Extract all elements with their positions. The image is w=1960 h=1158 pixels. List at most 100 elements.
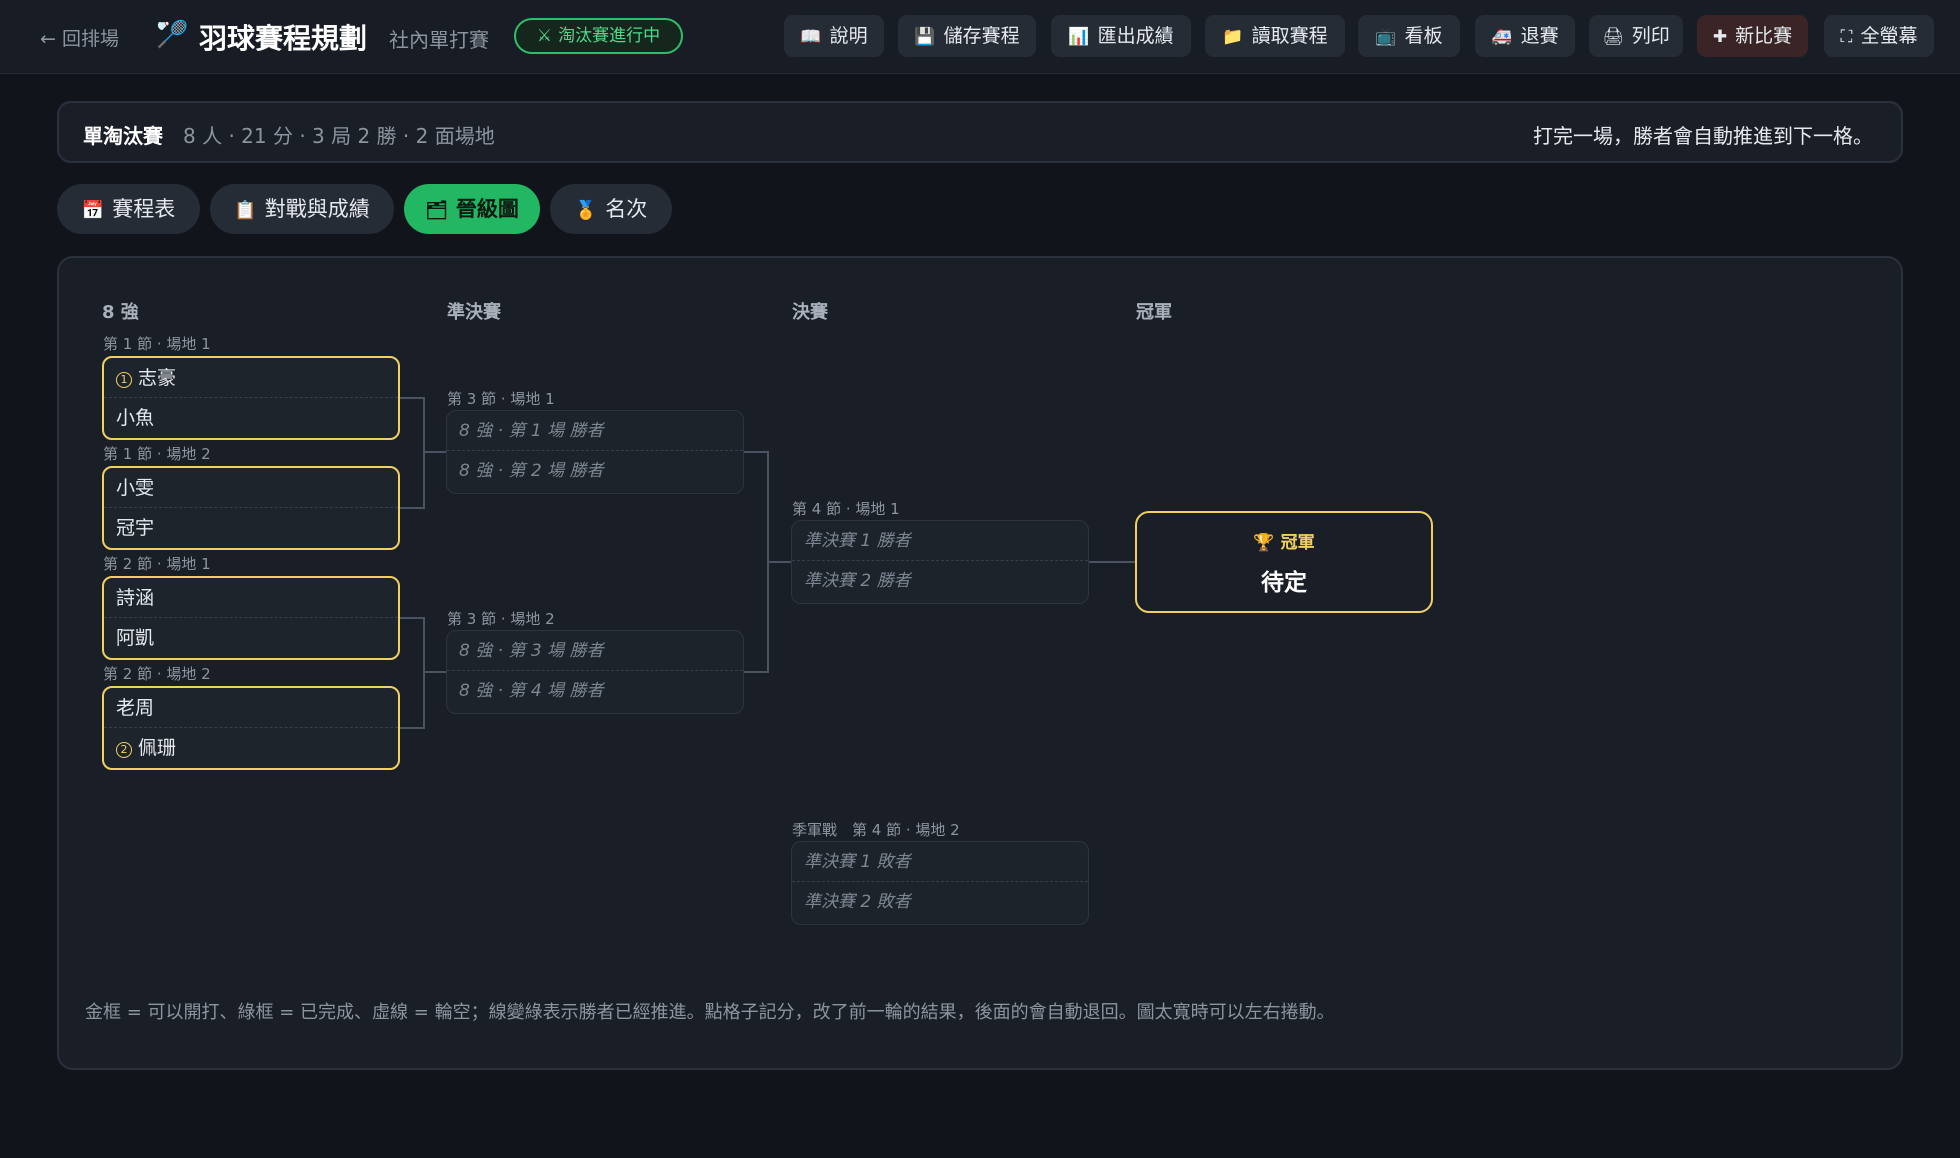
export-results-label: 匯出成績 [1097, 25, 1174, 47]
tab-matches-results[interactable]: 📋 對戰與成績 [210, 184, 394, 234]
third-place-label: 季軍戰 第 4 節 · 場地 2 [792, 821, 960, 839]
tab-ranking[interactable]: 🏅 名次 [550, 184, 672, 234]
bar-chart-icon: 📊 [1068, 27, 1090, 47]
help-button[interactable]: 📖 說明 [784, 15, 884, 57]
champion-label: 🏆 冠軍 [1137, 528, 1431, 553]
tab-ranking-label: 名次 [605, 197, 648, 221]
fullscreen-icon: ⛶ [1840, 27, 1853, 47]
fullscreen-button[interactable]: ⛶ 全螢幕 [1824, 15, 1934, 57]
match-card-third-place[interactable]: 準決賽 1 敗者 準決賽 2 敗者 [791, 841, 1089, 925]
match-label: 第 1 節 · 場地 2 [103, 445, 211, 463]
player-slot: 阿凱 [104, 618, 398, 658]
player-name: 阿凱 [116, 627, 155, 649]
bracket-connector [767, 561, 791, 563]
player-name: 小雯 [116, 477, 155, 499]
app-title: 羽球賽程規劃 [199, 22, 368, 55]
player-name: 小魚 [116, 407, 155, 429]
clipboard-icon: 📋 [234, 200, 257, 221]
player-slot-placeholder: 準決賽 1 敗者 [792, 842, 1088, 882]
tab-bracket[interactable]: 🗂 晉級圖 [404, 184, 540, 234]
tournament-mode: 單淘汰賽 [83, 124, 163, 148]
tab-schedule[interactable]: 📅 賽程表 [57, 184, 200, 234]
bracket-connector [400, 727, 424, 729]
match-card-qf3[interactable]: 詩涵 阿凱 [102, 576, 400, 660]
player-slot-placeholder: 8 強 · 第 1 場 勝者 [447, 411, 743, 451]
bracket-connector [400, 397, 424, 399]
match-label: 第 2 節 · 場地 1 [103, 555, 211, 573]
withdraw-button[interactable]: 🚑 退賽 [1475, 15, 1575, 57]
match-label: 第 3 節 · 場地 2 [447, 610, 555, 628]
bracket-connector [400, 507, 424, 509]
print-button[interactable]: 🖨 列印 [1589, 15, 1683, 57]
medal-icon: 🏅 [574, 200, 598, 221]
player-slot-placeholder: 8 強 · 第 2 場 勝者 [459, 461, 604, 481]
bracket-connector [400, 617, 424, 619]
player-name: 佩珊 [138, 737, 177, 759]
match-label: 第 1 節 · 場地 1 [103, 335, 211, 353]
player-slot: 2 佩珊 [104, 728, 398, 768]
bracket-connector [423, 617, 425, 729]
bracket-icon: 🗂 [425, 200, 448, 221]
app-header: ← 回排場 🏸 羽球賽程規劃 社內單打賽 ⚔ 淘汰賽進行中 📖 說明 💾 儲存賽程 📊… [0, 0, 1960, 74]
player-slot-placeholder: 準決賽 2 敗者 [804, 892, 911, 912]
back-to-scheduling-link[interactable]: ← 回排場 [40, 24, 119, 51]
tournament-hint: 打完一場，勝者會自動推進到下一格。 [1533, 124, 1873, 148]
player-slot-placeholder: 8 強 · 第 4 場 勝者 [459, 681, 604, 701]
champion-value: 待定 [1261, 570, 1307, 596]
round-title-quarterfinal: 8 強 [102, 302, 139, 323]
player-slot: 小雯 [104, 468, 398, 508]
champion-label-text: 冠軍 [1280, 533, 1315, 553]
app-subtitle: 社內單打賽 [389, 28, 489, 52]
printer-icon: 🖨 [1602, 27, 1624, 47]
match-label: 第 2 節 · 場地 2 [103, 665, 211, 683]
export-results-button[interactable]: 📊 匯出成績 [1051, 15, 1191, 57]
champion-box: 🏆 冠軍 待定 [1135, 511, 1433, 613]
match-card-qf1[interactable]: 1 志豪 小魚 [102, 356, 400, 440]
status-badge-label: 淘汰賽進行中 [558, 26, 661, 46]
withdraw-label: 退賽 [1520, 25, 1559, 47]
load-schedule-button[interactable]: 📁 讀取賽程 [1205, 15, 1345, 57]
scoreboard-button[interactable]: 📺 看板 [1358, 15, 1460, 57]
save-schedule-label: 儲存賽程 [943, 25, 1020, 47]
scoreboard-label: 看板 [1404, 25, 1443, 47]
player-slot: 詩涵 [104, 578, 398, 618]
tournament-info-bar: 單淘汰賽 8 人 · 21 分 · 3 局 2 勝 · 2 面場地 打完一場，勝… [57, 101, 1903, 163]
bracket-connector [423, 451, 446, 453]
bracket-legend-note: 金框 = 可以開打、綠框 = 已完成、虛線 = 輪空；線變綠表示勝者已經推進。點… [85, 1002, 1335, 1023]
tournament-meta: 8 人 · 21 分 · 3 局 2 勝 · 2 面場地 [183, 124, 495, 148]
match-card-qf2[interactable]: 小雯 冠宇 [102, 466, 400, 550]
player-name: 冠宇 [116, 517, 155, 539]
calendar-icon: 📅 [81, 200, 105, 221]
fullscreen-label: 全螢幕 [1860, 25, 1918, 47]
player-slot: 冠宇 [104, 508, 398, 548]
help-button-label: 說明 [829, 25, 868, 47]
load-schedule-label: 讀取賽程 [1251, 25, 1328, 47]
bracket-connector [1089, 561, 1135, 563]
trophy-icon: 🏆 [1253, 533, 1275, 553]
ambulance-icon: 🚑 [1491, 27, 1513, 47]
match-card-qf4[interactable]: 老周 2 佩珊 [102, 686, 400, 770]
book-icon: 📖 [800, 27, 822, 47]
new-match-button[interactable]: ✚ 新比賽 [1697, 15, 1808, 57]
player-slot-placeholder: 準決賽 1 勝者 [792, 521, 1088, 561]
seed-badge: 1 [116, 372, 132, 388]
player-slot-placeholder: 準決賽 2 勝者 [804, 571, 911, 591]
tab-matches-results-label: 對戰與成績 [264, 197, 370, 221]
match-card-final[interactable]: 準決賽 1 勝者 準決賽 2 勝者 [791, 520, 1089, 604]
match-card-sf1[interactable]: 8 強 · 第 1 場 勝者 8 強 · 第 2 場 勝者 [446, 410, 744, 494]
round-title-semifinal: 準決賽 [447, 302, 501, 323]
player-name: 詩涵 [116, 587, 155, 609]
player-slot: 老周 [104, 688, 398, 728]
round-title-champion: 冠軍 [1136, 302, 1172, 323]
save-schedule-button[interactable]: 💾 儲存賽程 [898, 15, 1036, 57]
bracket-connector [423, 671, 446, 673]
match-card-sf2[interactable]: 8 強 · 第 3 場 勝者 8 強 · 第 4 場 勝者 [446, 630, 744, 714]
bracket-connector [423, 397, 425, 509]
tab-schedule-label: 賽程表 [112, 197, 176, 221]
bracket-connector [744, 671, 768, 673]
bracket-connector [744, 451, 768, 453]
floppy-disk-icon: 💾 [914, 27, 936, 47]
badminton-racket-icon: 🏸 [156, 20, 189, 50]
player-slot: 1 志豪 [104, 358, 398, 398]
seed-badge: 2 [116, 742, 132, 758]
